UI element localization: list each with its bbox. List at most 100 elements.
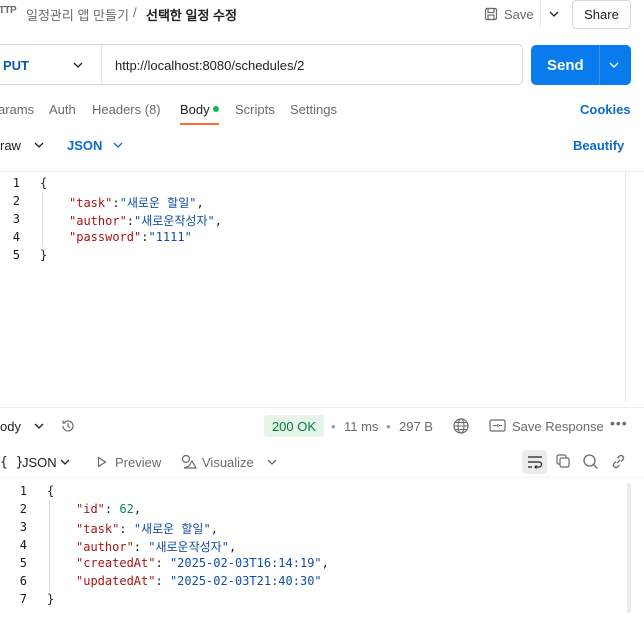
url-divider [101, 45, 102, 84]
brace: } [47, 592, 55, 606]
colon: : [133, 540, 149, 554]
json-value: "2025-02-03T21:40:30" [169, 574, 322, 588]
separator-dot: • [331, 419, 336, 434]
response-body-select[interactable]: ody [0, 419, 21, 434]
link-icon[interactable] [610, 453, 627, 470]
line-number: 7 [19, 592, 27, 606]
code-line[interactable]: "task":"새로운 할일", [69, 194, 204, 211]
send-label[interactable]: Send [547, 57, 584, 74]
code-line[interactable]: "author":"새로운작성자", [69, 212, 222, 229]
response-code-divider [0, 477, 644, 478]
breadcrumb-request-name[interactable]: 선택한 일정 수정 [146, 5, 237, 24]
brace: { [40, 176, 48, 190]
json-value: "2025-02-03T16:14:19" [169, 556, 322, 570]
comma: , [196, 196, 204, 210]
body-mode-select[interactable]: raw [0, 138, 21, 153]
json-format-icon: { } [0, 455, 24, 470]
chevron-down-icon[interactable] [266, 455, 278, 469]
line-number: 6 [19, 574, 27, 588]
more-options-icon[interactable]: ••• [610, 415, 628, 431]
comma: , [133, 502, 142, 516]
share-label: Share [584, 7, 619, 22]
editor-divider [0, 171, 644, 172]
comma: , [210, 522, 218, 536]
code-line[interactable]: { [40, 176, 47, 190]
chevron-down-icon[interactable] [33, 419, 45, 433]
active-tab-underline [180, 123, 219, 125]
json-key: "password" [69, 230, 142, 244]
play-icon[interactable] [96, 456, 108, 468]
response-time[interactable]: 11 ms [344, 419, 378, 434]
save-response-icon[interactable] [489, 418, 506, 433]
response-code-line[interactable]: "updatedAt": "2025-02-03T21:40:30" [76, 574, 322, 588]
preview-button[interactable]: Preview [115, 455, 161, 470]
chevron-down-icon[interactable] [112, 138, 124, 152]
json-key: "createdAt" [76, 556, 156, 570]
cookies-link[interactable]: Cookies [580, 102, 631, 117]
json-key: "task" [69, 196, 113, 210]
json-key: "author" [69, 214, 127, 228]
save-response-button[interactable]: Save Response [512, 419, 604, 434]
response-scrollbar[interactable] [627, 483, 631, 613]
breadcrumb-collection[interactable]: 일정관리 앱 만들기 [26, 5, 129, 24]
response-code-line[interactable]: { [47, 484, 54, 498]
tab-headers[interactable]: Headers (8) [92, 102, 161, 117]
beautify-button[interactable]: Beautify [573, 138, 624, 153]
status-text: 200 OK [271, 418, 317, 434]
response-size[interactable]: 297 B [399, 419, 433, 434]
history-icon[interactable] [60, 418, 76, 434]
comma: , [321, 556, 329, 570]
line-number: 1 [19, 484, 27, 498]
body-format-select[interactable]: JSON [67, 138, 102, 153]
code-line[interactable]: "password":"1111" [69, 230, 192, 244]
code-line[interactable]: } [40, 248, 47, 262]
wrap-lines-button[interactable] [522, 450, 547, 474]
chevron-down-icon [549, 11, 558, 17]
colon: : [119, 522, 134, 536]
url-input[interactable]: http://localhost:8080/schedules/2 [115, 58, 304, 73]
save-button[interactable]: Save [476, 0, 540, 28]
line-number: 3 [12, 212, 20, 226]
globe-icon[interactable] [452, 417, 470, 435]
tab-scripts[interactable]: Scripts [235, 102, 275, 117]
json-value: "새로운작성자" [148, 540, 229, 554]
visualize-button[interactable]: Visualize [202, 455, 254, 470]
search-icon[interactable] [582, 453, 599, 470]
send-options-chevron-icon[interactable] [608, 58, 620, 72]
colon: : [112, 196, 120, 210]
json-value: "새로운 할일" [119, 196, 197, 210]
json-value: "새로운작성자" [134, 214, 215, 228]
comma: , [214, 214, 222, 228]
brace: { [47, 484, 55, 498]
share-button[interactable]: Share [572, 0, 631, 29]
copy-icon[interactable] [555, 453, 571, 469]
chevron-down-icon[interactable] [33, 138, 45, 152]
response-format-select[interactable]: JSON [22, 455, 57, 470]
response-code-line[interactable]: "author": "새로운작성자", [76, 538, 236, 555]
save-dropdown-button[interactable] [540, 0, 566, 28]
json-key: "updatedAt" [76, 574, 156, 588]
tab-settings[interactable]: Settings [290, 102, 337, 117]
response-code-line[interactable]: "createdAt": "2025-02-03T16:14:19", [76, 556, 329, 570]
colon: : [104, 502, 120, 516]
body-modified-indicator [213, 106, 219, 112]
editor-scrollbar[interactable] [625, 172, 626, 402]
tab-body[interactable]: Body [180, 102, 210, 117]
json-value: "새로운 할일" [133, 522, 211, 536]
status-badge[interactable]: 200 OK [264, 415, 324, 437]
colon: : [155, 574, 170, 588]
line-number: 1 [12, 176, 20, 190]
method-select[interactable]: PUT [3, 58, 29, 73]
line-number: 4 [12, 230, 20, 244]
response-divider[interactable] [0, 407, 644, 408]
response-code-line[interactable]: "id": 62, [76, 502, 141, 516]
visualize-icon[interactable] [180, 453, 198, 471]
chevron-down-icon[interactable] [72, 58, 84, 72]
tab-auth[interactable]: Auth [49, 102, 76, 117]
tab-params[interactable]: arams [0, 102, 34, 117]
chevron-down-icon[interactable] [59, 455, 71, 469]
indent-guide [49, 500, 50, 591]
response-code-line[interactable]: "task": "새로운 할일", [76, 520, 218, 537]
response-code-line[interactable]: } [47, 592, 54, 606]
line-number: 5 [19, 556, 27, 570]
